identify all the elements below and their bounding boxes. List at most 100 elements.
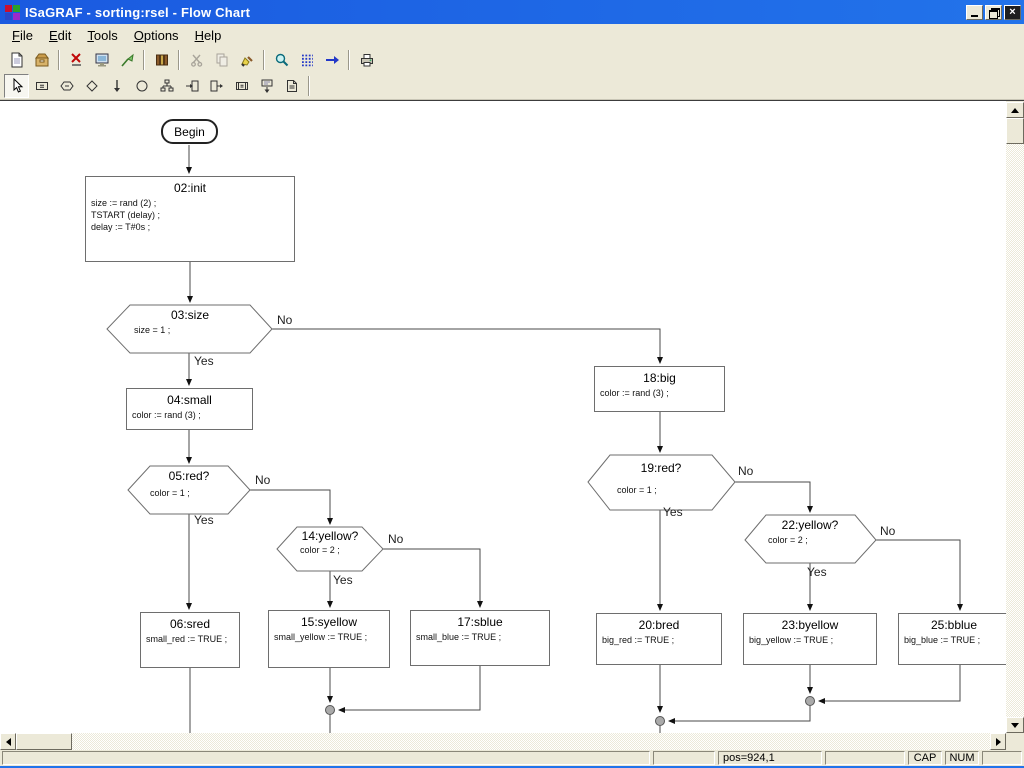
print-button[interactable] [354,48,379,72]
junction-left [326,706,335,715]
hscroll-right-button[interactable] [990,733,1006,750]
arrow-down-icon [109,78,125,94]
close-button[interactable]: × [1004,5,1021,20]
node-title: 23:byellow [744,614,876,632]
go-next-button[interactable] [319,48,344,72]
new-document-icon [9,52,25,68]
library-icon [154,52,170,68]
verify-icon [69,52,85,68]
clear-brush-icon [239,52,255,68]
edge-14-no-17 [383,549,480,607]
edge-25-junction [819,665,960,701]
node-22-title: 22:yellow? [750,518,870,532]
save-archive-icon [34,52,50,68]
hscroll-left-button[interactable] [0,733,16,750]
vscroll-up-button[interactable] [1006,102,1024,118]
select-cursor-icon [9,78,25,94]
main-toolbar [0,47,1024,73]
node-title: 25:bblue [899,614,1006,632]
status-empty-field [653,751,715,765]
title-bar: ISaGRAF - sorting:rsel - Flow Chart × [0,0,1024,24]
simulate-button[interactable] [114,48,139,72]
node-22-code: color = 2 ; [768,535,808,545]
node-25-bblue[interactable]: 25:bblue big_blue := TRUE ; [898,613,1006,665]
verify-button[interactable] [64,48,89,72]
node-20-bred[interactable]: 20:bred big_red := TRUE ; [596,613,722,665]
edge-19-no-22 [735,482,810,512]
menu-help[interactable]: Help [187,25,230,46]
copy-icon [214,52,230,68]
node-15-syellow[interactable]: 15:syellow small_yellow := TRUE ; [268,610,390,668]
hscroll-track[interactable] [72,733,990,750]
toolbar-separator [178,50,180,70]
node-code: big_red := TRUE ; [597,632,721,646]
comment-page-button[interactable] [279,74,304,98]
simulate-icon [119,52,135,68]
edge-label-yes: Yes [194,354,214,368]
subprogram-icon [259,78,275,94]
edge-label-no: No [388,532,403,546]
save-archive-button[interactable] [29,48,54,72]
flow-branch-icon [159,78,175,94]
jump-from-icon [209,78,225,94]
vscroll-down-button[interactable] [1006,717,1024,733]
arrow-down-button[interactable] [104,74,129,98]
test-block-button[interactable] [54,74,79,98]
grid-button[interactable] [294,48,319,72]
node-19-title: 19:red? [601,461,721,475]
node-18-big[interactable]: 18:big color := rand (3) ; [594,366,725,412]
jump-from-button[interactable] [204,74,229,98]
status-position-field: pos=924,1 [718,751,822,765]
node-code: small_yellow := TRUE ; [269,629,389,643]
junction-right-b [656,717,665,726]
node-04-small[interactable]: 04:small color := rand (3) ; [126,388,253,430]
node-17-sblue[interactable]: 17:sblue small_blue := TRUE ; [410,610,550,666]
node-title: 17:sblue [411,611,549,629]
flow-branch-button[interactable] [154,74,179,98]
select-cursor-button[interactable] [4,74,29,98]
menu-edit[interactable]: Edit [41,25,79,46]
begin-end-icon [134,78,150,94]
new-document-button[interactable] [4,48,29,72]
node-23-byellow[interactable]: 23:byellow big_yellow := TRUE ; [743,613,877,665]
begin-end-button[interactable] [129,74,154,98]
subprogram-button[interactable] [254,74,279,98]
menu-tools[interactable]: Tools [79,25,125,46]
zoom-icon [274,52,290,68]
app-icon [5,5,20,20]
action-block-button[interactable] [29,74,54,98]
arrow-left-icon [6,738,11,746]
decision-diamond-button[interactable] [79,74,104,98]
cut-button[interactable] [184,48,209,72]
debug-monitor-button[interactable] [89,48,114,72]
node-19-code: color = 1 ; [617,485,657,495]
io-block-button[interactable] [229,74,254,98]
node-05-title: 05:red? [129,469,249,483]
edge-label-yes: Yes [194,513,214,527]
copy-button[interactable] [209,48,234,72]
node-begin[interactable]: Begin [161,119,218,144]
toolbar-separator [58,50,60,70]
test-block-icon [59,78,75,94]
restore-button[interactable] [985,5,1002,20]
menu-options[interactable]: Options [126,25,187,46]
clear-brush-button[interactable] [234,48,259,72]
node-title: 18:big [595,367,724,385]
library-button[interactable] [149,48,174,72]
jump-to-button[interactable] [179,74,204,98]
toolbar-separator [143,50,145,70]
junction-right-a [806,697,815,706]
node-06-sred[interactable]: 06:sred small_red := TRUE ; [140,612,240,668]
edge-17-junction [339,666,480,710]
flowchart-canvas[interactable]: Begin 02:init size := rand (2) ; TSTART … [0,101,1006,733]
minimize-button[interactable] [966,5,983,20]
hscroll-thumb[interactable] [16,733,72,750]
minimize-icon [971,15,978,17]
node-02-init[interactable]: 02:init size := rand (2) ; TSTART (delay… [85,176,295,262]
node-code: big_blue := TRUE ; [899,632,1006,646]
vscroll-track[interactable] [1006,144,1024,717]
menu-file[interactable]: File [4,25,41,46]
node-03-code: size = 1 ; [134,325,170,335]
vscroll-thumb[interactable] [1006,118,1024,144]
zoom-button[interactable] [269,48,294,72]
